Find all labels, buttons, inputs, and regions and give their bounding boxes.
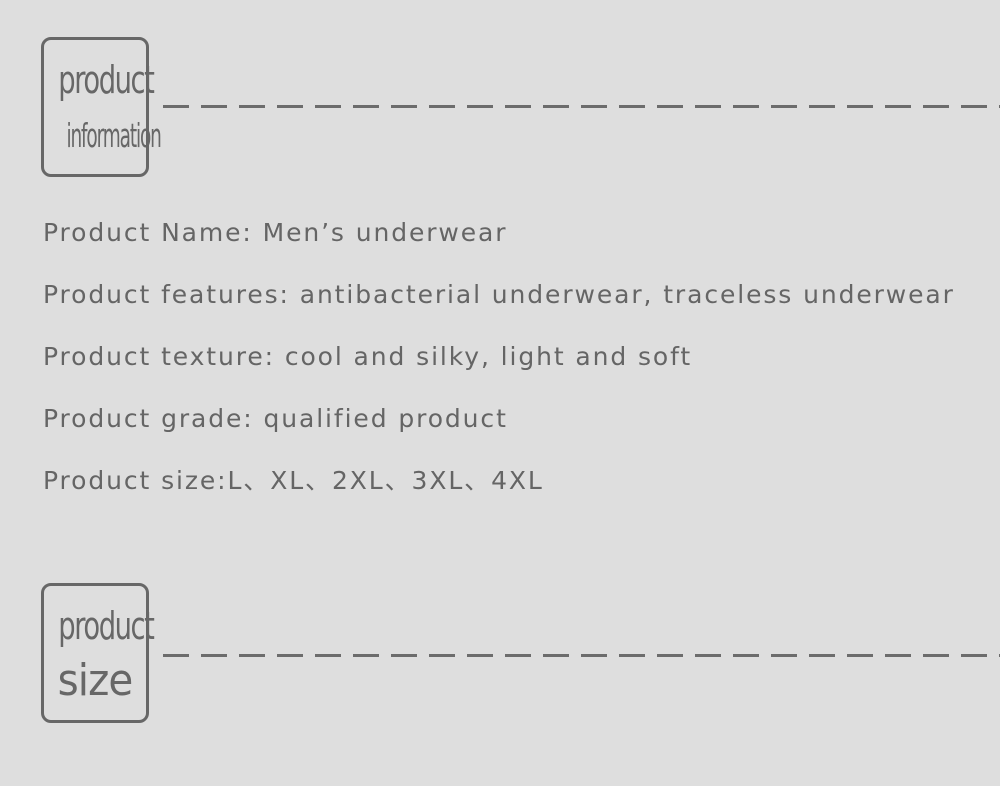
product-size-header: product size xyxy=(0,583,1000,731)
badge-title: product xyxy=(58,58,155,102)
product-grade-line: Product grade: qualified product xyxy=(43,404,508,433)
product-information-badge: product information xyxy=(41,37,162,177)
dashed-divider xyxy=(163,105,1000,108)
product-name-line: Product Name: Men’s underwear xyxy=(43,218,508,247)
product-size-line: Product size:L、XL、2XL、3XL、4XL xyxy=(43,466,544,495)
product-texture-line: Product texture: cool and silky, light a… xyxy=(43,342,693,371)
product-info-list: Product Name: Men’s underwear Product fe… xyxy=(43,214,983,524)
badge-subtitle: size xyxy=(57,655,134,706)
badge-subtitle: information xyxy=(66,116,161,155)
dashed-divider xyxy=(163,654,1000,657)
product-size-badge: product size xyxy=(41,583,155,723)
badge-title: product xyxy=(58,604,155,648)
product-information-header: product information xyxy=(0,37,1000,185)
product-features-line: Product features: antibacterial underwea… xyxy=(43,280,955,309)
